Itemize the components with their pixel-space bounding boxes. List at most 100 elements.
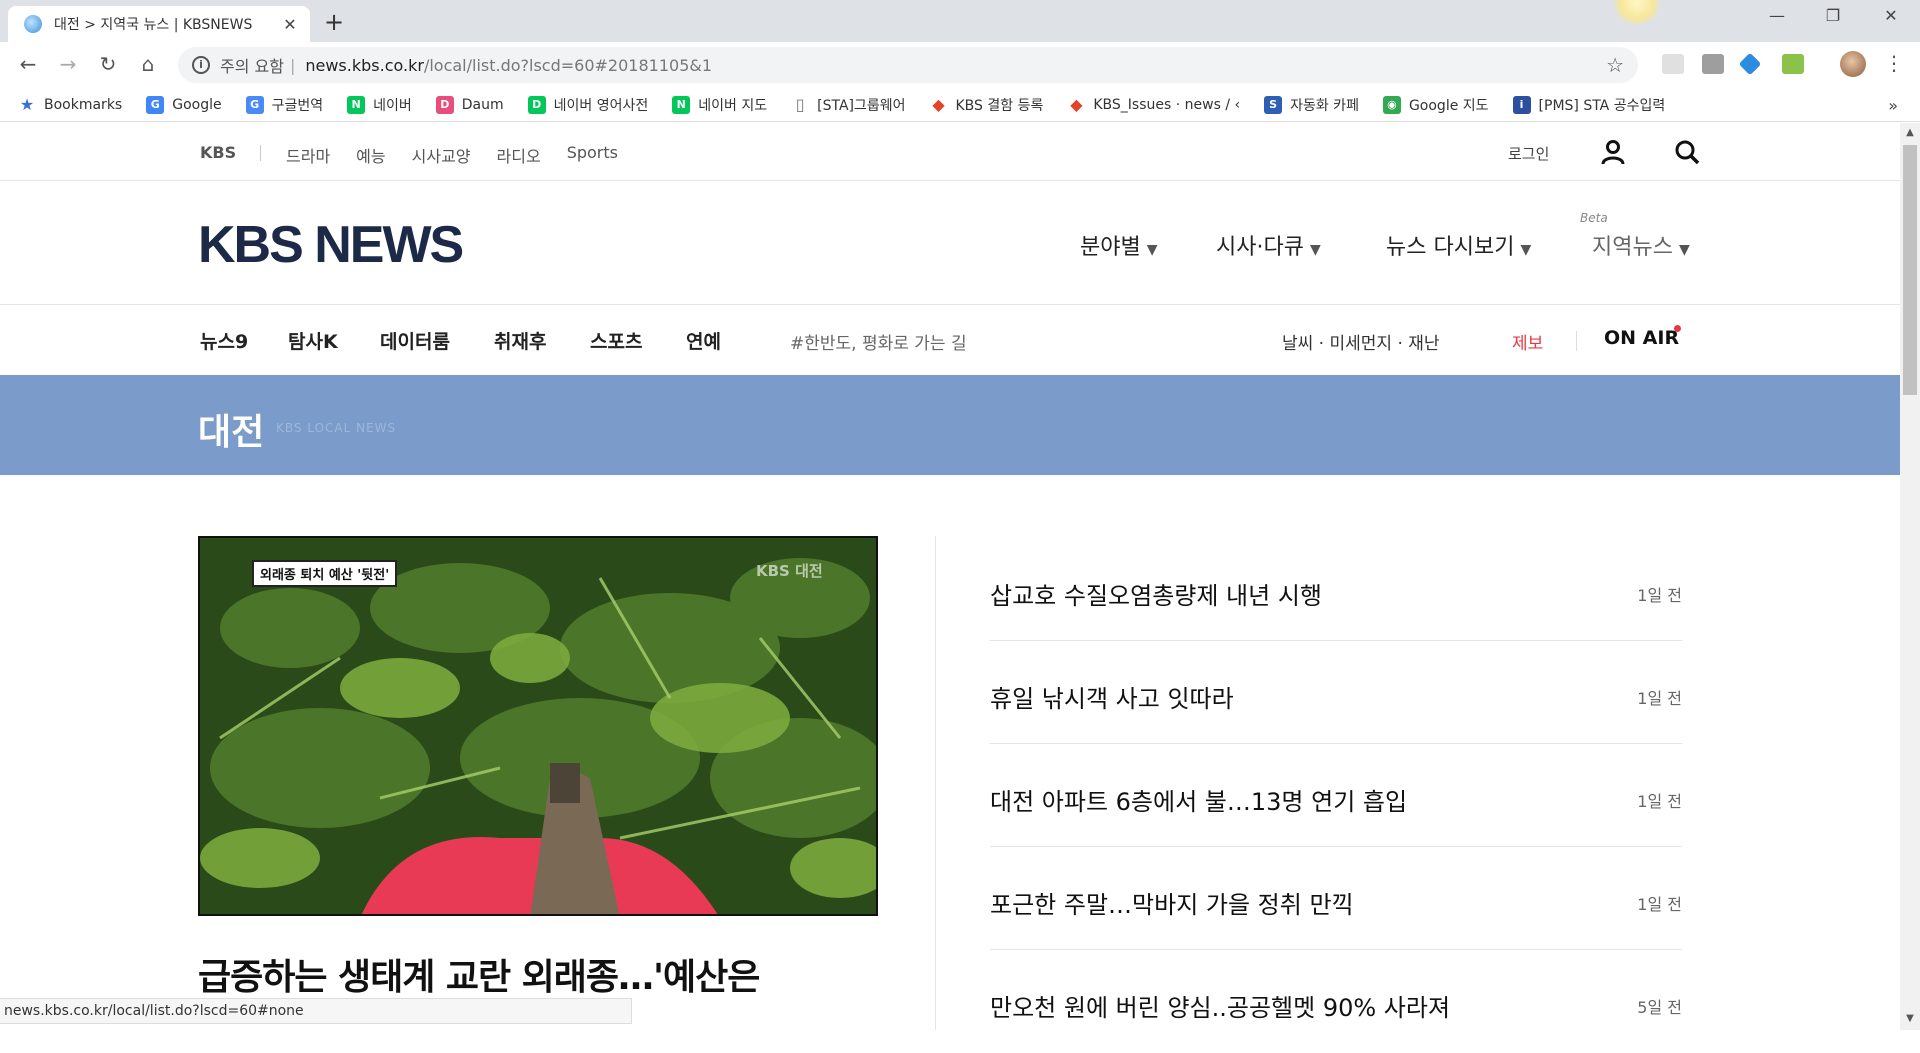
reload-icon[interactable]: ↻	[94, 52, 122, 76]
daum-icon: D	[435, 95, 454, 114]
subnav-after-report[interactable]: 취재후	[494, 327, 546, 354]
restore-icon[interactable]: ❐	[1818, 6, 1848, 25]
feature-image[interactable]: 외래종 퇴치 예산 '뒷전' KBS 대전	[198, 536, 878, 916]
menu-by-field[interactable]: 분야별 ▼	[1080, 229, 1158, 261]
bookmark-star-icon[interactable]: ☆	[1606, 53, 1624, 77]
news-item[interactable]: 포근한 주말…막바지 가을 정취 만끽 1일 전	[990, 847, 1682, 950]
scroll-up-icon[interactable]: ▲	[1900, 127, 1920, 138]
news-item[interactable]: 삽교호 수질오염총량제 내년 시행 1일 전	[990, 538, 1682, 641]
bookmark-item[interactable]: ◆ KBS_Issues · news / ‹	[1067, 95, 1240, 114]
region-banner: 대전 KBS LOCAL NEWS	[0, 375, 1900, 475]
news-item[interactable]: 만오천 원에 버린 양심..공공헬멧 90% 사라져 5일 전	[990, 950, 1682, 1053]
search-icon[interactable]	[1674, 139, 1700, 165]
bookmark-item[interactable]: ▯ [STA]그룹웨어	[791, 95, 906, 115]
kbs-top-link[interactable]: KBS	[200, 143, 236, 162]
bookmark-label: 자동화 카페	[1290, 97, 1359, 114]
subnav-dataroom[interactable]: 데이터룸	[380, 327, 450, 354]
minimize-icon[interactable]: —	[1762, 6, 1792, 25]
scroll-down-icon[interactable]: ▼	[1900, 1013, 1920, 1024]
column-divider	[935, 536, 936, 1030]
top-link-sports[interactable]: Sports	[567, 143, 618, 167]
bookmark-label: Daum	[461, 96, 504, 113]
back-icon[interactable]: ←	[14, 52, 42, 76]
top-link-entertain[interactable]: 예능	[356, 143, 385, 167]
tab-title: 대전 > 지역국 뉴스 | KBSNEWS	[54, 17, 253, 33]
bookmark-item[interactable]: ★ Bookmarks	[18, 95, 122, 114]
bookmark-item[interactable]: S 자동화 카페	[1264, 95, 1359, 115]
top-link-radio[interactable]: 라디오	[497, 143, 541, 167]
subnav-sports[interactable]: 스포츠	[590, 327, 642, 354]
menu-docu[interactable]: 시사·다큐 ▼	[1216, 229, 1321, 261]
caret-down-icon: ▼	[1520, 242, 1532, 258]
bookmark-label: KBS 결함 등록	[955, 97, 1044, 114]
scroll-thumb[interactable]	[1903, 145, 1917, 395]
kbs-news-logo[interactable]: KBS NEWS	[198, 215, 464, 275]
page-scrollbar[interactable]: ▲ ▼	[1900, 123, 1920, 1030]
browser-tab[interactable]: 대전 > 지역국 뉴스 | KBSNEWS ✕	[8, 6, 310, 42]
grass-illustration	[200, 538, 876, 914]
bookmark-item[interactable]: G Google	[146, 95, 222, 114]
news-title[interactable]: 삽교호 수질오염총량제 내년 시행	[990, 576, 1322, 611]
news-title[interactable]: 포근한 주말…막바지 가을 정취 만끽	[990, 885, 1354, 920]
bookmark-item[interactable]: ◉ Google 지도	[1382, 95, 1489, 115]
subnav-news9[interactable]: 뉴스9	[200, 327, 248, 354]
extension-1-icon[interactable]	[1662, 54, 1684, 74]
feature-headline[interactable]: 급증하는 생태계 교란 외래종…'예산은	[198, 948, 760, 1000]
close-window-icon[interactable]: ✕	[1876, 6, 1906, 25]
login-link[interactable]: 로그인	[1508, 143, 1549, 164]
report-link[interactable]: 제보	[1512, 329, 1543, 354]
menu-replay[interactable]: 뉴스 다시보기 ▼	[1386, 229, 1531, 261]
url-path[interactable]: /local/list.do?lscd=60#20181105&1	[424, 56, 712, 75]
home-icon[interactable]: ⌂	[134, 52, 162, 76]
news-title[interactable]: 휴일 낚시객 사고 잇따라	[990, 679, 1234, 714]
top-link-drama[interactable]: 드라마	[286, 143, 330, 167]
news-date: 1일 전	[1637, 895, 1682, 914]
profile-avatar[interactable]	[1840, 51, 1866, 77]
bookmark-label: [PMS] STA 공수입력	[1538, 97, 1666, 114]
menu-local[interactable]: 지역뉴스 ▼	[1592, 229, 1690, 261]
extension-2-icon[interactable]	[1702, 54, 1724, 74]
bookmark-label: 네이버 지도	[698, 97, 768, 114]
site-header: KBS NEWS 분야별 ▼ 시사·다큐 ▼ 뉴스 다시보기 ▼ Beta 지역뉴스 ▼	[0, 181, 1900, 305]
menu-kebab-icon[interactable]: ⋮	[1884, 51, 1904, 75]
bookmark-item[interactable]: D 네이버 영어사전	[527, 95, 649, 115]
news-date: 1일 전	[1637, 689, 1682, 708]
cafe-icon: S	[1264, 95, 1283, 114]
news-title[interactable]: 대전 아파트 6층에서 불…13명 연기 흡입	[990, 782, 1407, 817]
caret-down-icon: ▼	[1146, 242, 1158, 258]
bookmark-item[interactable]: G 구글번역	[245, 95, 323, 115]
naver-icon: N	[672, 95, 691, 114]
info-icon[interactable]: i	[192, 56, 210, 74]
weather-link[interactable]: 날씨 · 미세먼지 · 재난	[1282, 329, 1440, 354]
region-subtitle: KBS LOCAL NEWS	[276, 421, 397, 435]
news-title[interactable]: 만오천 원에 버린 양심..공공헬멧 90% 사라져	[990, 988, 1450, 1023]
bookmarks-overflow-icon[interactable]: »	[1888, 96, 1898, 115]
extension-4-icon[interactable]	[1782, 54, 1804, 74]
extension-3-icon[interactable]	[1738, 52, 1762, 76]
bookmark-item[interactable]: N 네이버	[347, 95, 412, 115]
bookmark-item[interactable]: ◆ KBS 결함 등록	[930, 95, 1044, 115]
subnav-entertainment[interactable]: 연예	[686, 327, 721, 354]
address-bar[interactable]: i 주의 요함 | news.kbs.co.kr /local/list.do?…	[178, 47, 1638, 83]
kbs-favicon-icon	[24, 15, 42, 33]
bookmark-item[interactable]: D Daum	[435, 95, 504, 114]
bookmark-item[interactable]: N 네이버 지도	[672, 95, 767, 115]
onair-link[interactable]: ON AIR	[1604, 327, 1679, 349]
new-tab-button[interactable]: +	[324, 8, 344, 36]
top-link-culture[interactable]: 시사교양	[412, 143, 471, 167]
news-item[interactable]: 휴일 낚시객 사고 잇따라 1일 전	[990, 641, 1682, 744]
user-icon[interactable]	[1600, 139, 1626, 165]
security-label[interactable]: 주의 요함	[220, 53, 284, 77]
subnav-tamsak[interactable]: 탐사K	[288, 327, 338, 354]
forward-icon[interactable]: →	[54, 52, 82, 76]
news-item[interactable]: 대전 아파트 6층에서 불…13명 연기 흡입 1일 전	[990, 744, 1682, 847]
close-icon[interactable]: ✕	[280, 15, 300, 34]
video-watermark: KBS 대전	[756, 562, 823, 580]
gitlab-icon: ◆	[1070, 95, 1083, 114]
bookmark-label: 네이버	[373, 97, 412, 114]
bookmark-label: 네이버 영어사전	[553, 97, 649, 114]
pms-icon: i	[1512, 95, 1531, 114]
bookmark-item[interactable]: i [PMS] STA 공수입력	[1512, 95, 1666, 115]
url-host[interactable]: news.kbs.co.kr	[305, 56, 424, 75]
hashtag-link[interactable]: #한반도, 평화로 가는 길	[790, 329, 967, 354]
